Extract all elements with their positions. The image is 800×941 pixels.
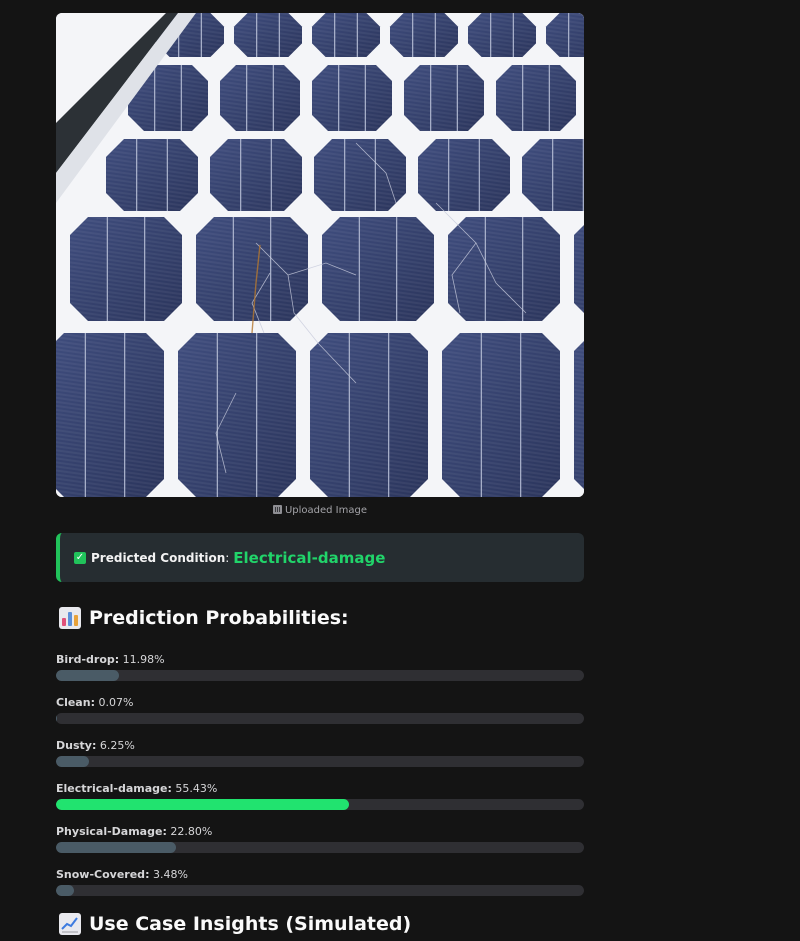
image-frame-icon	[272, 505, 282, 514]
prob-row-electrical-damage: Electrical-damage: 55.43%	[56, 782, 584, 810]
progress-track	[56, 670, 584, 681]
prob-row-bird-drop: Bird-drop: 11.98%	[56, 653, 584, 681]
prob-row-physical-damage: Physical-Damage: 22.80%	[56, 825, 584, 853]
probabilities-heading: Prediction Probabilities:	[59, 605, 349, 631]
image-caption: Uploaded Image	[56, 505, 584, 516]
prob-row-clean: Clean: 0.07%	[56, 696, 584, 724]
insights-title: Use Case Insights (Simulated)	[89, 913, 412, 935]
probabilities-title: Prediction Probabilities:	[89, 607, 349, 629]
progress-fill	[56, 885, 75, 896]
progress-track	[56, 885, 584, 896]
progress-fill	[56, 756, 89, 767]
prob-percent: 11.98%	[122, 653, 165, 666]
image-caption-text: Uploaded Image	[284, 505, 368, 516]
prob-percent: 0.07%	[98, 696, 134, 709]
prediction-colon: :	[225, 550, 230, 565]
prob-row-snow-covered: Snow-Covered: 3.48%	[56, 868, 584, 896]
prob-label: Electrical-damage	[56, 782, 168, 795]
prob-label: Physical-Damage	[56, 825, 163, 838]
solar-panel-photo	[56, 13, 584, 497]
progress-track	[56, 756, 584, 767]
progress-track	[56, 713, 584, 724]
checkmark-icon: ✓	[74, 551, 86, 564]
uploaded-image[interactable]	[56, 13, 584, 497]
progress-track	[56, 842, 584, 853]
prob-row-dusty: Dusty: 6.25%	[56, 739, 584, 767]
prediction-alert: ✓ Predicted Condition: Electrical-damage	[56, 533, 584, 582]
progress-fill	[56, 842, 177, 853]
trend-chart-icon	[59, 913, 81, 935]
prob-label: Dusty	[56, 739, 92, 752]
progress-fill	[56, 799, 349, 810]
insights-heading: Use Case Insights (Simulated)	[59, 911, 411, 937]
progress-fill	[56, 670, 120, 681]
prediction-value: Electrical-damage	[233, 548, 386, 567]
prob-percent: 3.48%	[152, 868, 188, 881]
progress-fill	[56, 713, 57, 724]
prob-label: Snow-Covered	[56, 868, 146, 881]
progress-track	[56, 799, 584, 810]
prob-percent: 22.80%	[170, 825, 213, 838]
prob-percent: 6.25%	[99, 739, 135, 752]
prob-label: Bird-drop	[56, 653, 115, 666]
prob-percent: 55.43%	[175, 782, 218, 795]
prob-label: Clean	[56, 696, 91, 709]
bar-chart-icon	[59, 607, 81, 629]
prediction-label: Predicted Condition	[91, 550, 226, 565]
